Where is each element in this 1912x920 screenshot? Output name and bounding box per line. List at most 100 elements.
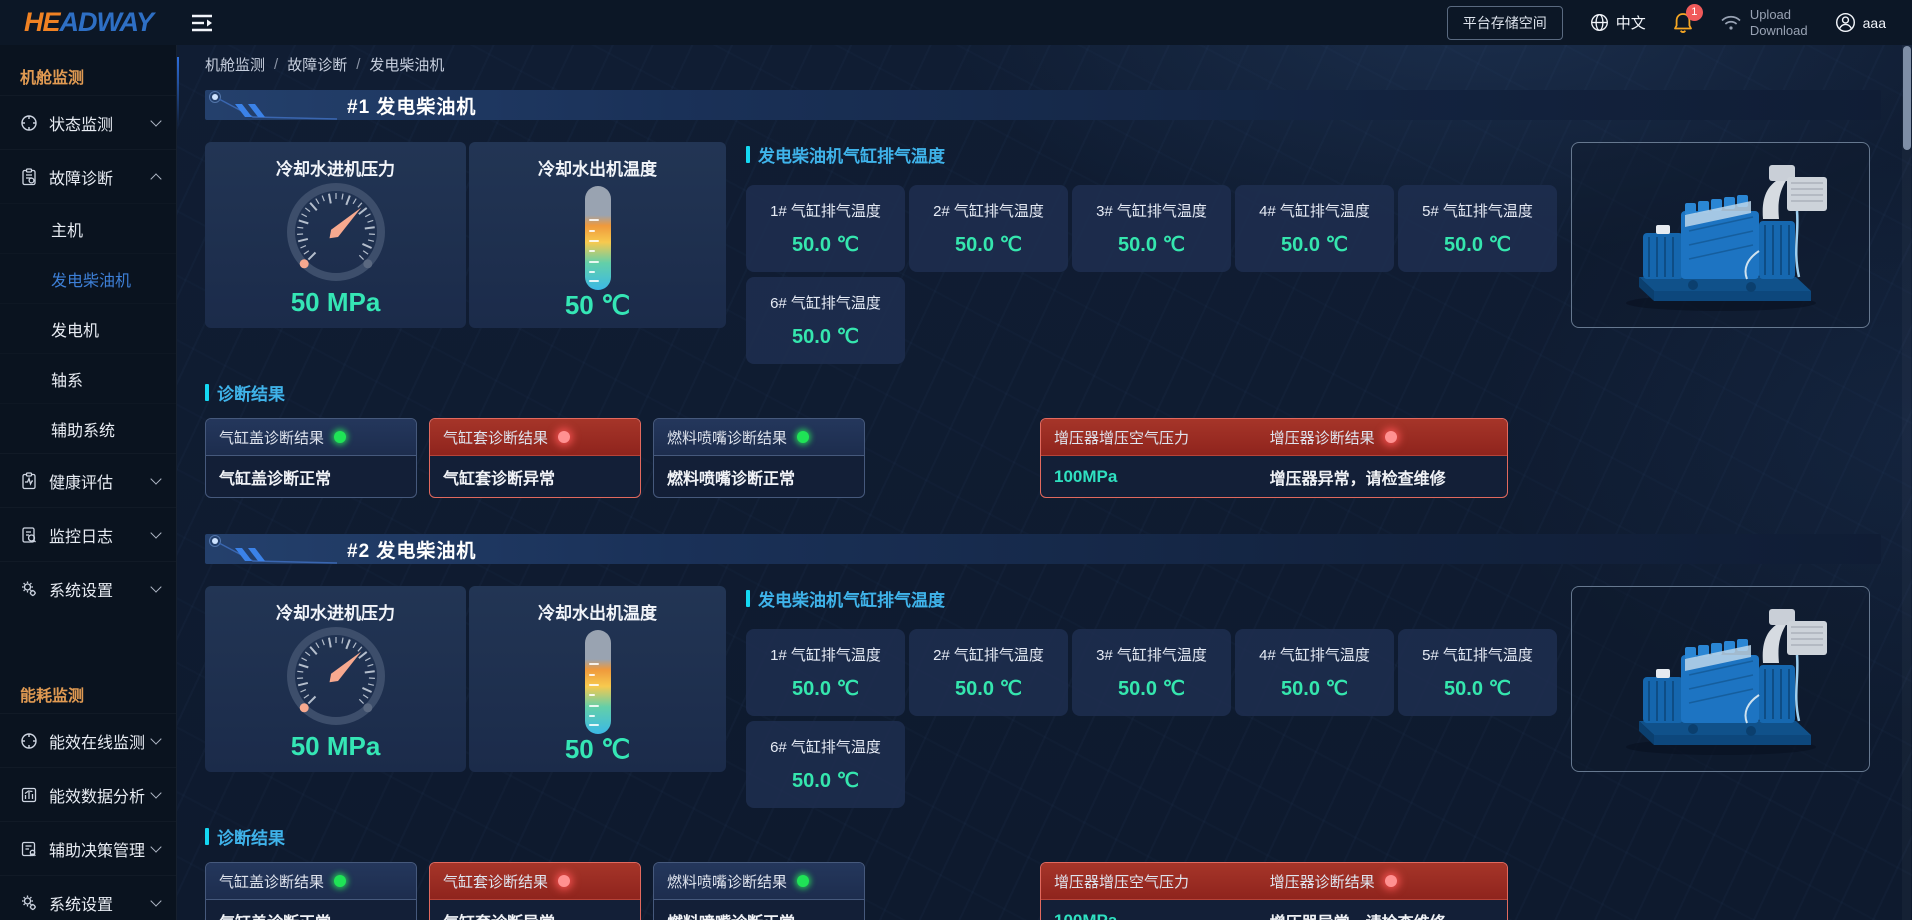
status-dot	[334, 875, 346, 887]
turbo-pressure-value: 100MPa	[1054, 467, 1270, 487]
panel-header: #1 发电柴油机	[205, 90, 1881, 120]
platform-storage-button[interactable]: 平台存储空间	[1447, 6, 1563, 40]
sidebar-subitem[interactable]: 发电机	[0, 303, 176, 353]
language-switch[interactable]: 中文	[1590, 12, 1646, 33]
fuel-nozzle-diagnosis-card: 燃料喷嘴诊断结果 燃料喷嘴诊断正常	[653, 862, 865, 920]
notification-badge: 1	[1686, 4, 1703, 21]
cylinder-section: 发电柴油机气缸排气温度 1# 气缸排气温度 50.0 ℃ 2# 气缸排气温度 5…	[746, 586, 1557, 808]
chevron-down-icon	[150, 581, 161, 592]
language-label: 中文	[1616, 12, 1646, 33]
topbar-actions: 平台存储空间 中文 1	[1447, 6, 1912, 40]
status-dot	[558, 431, 570, 443]
cylinder-temp-card: 2# 气缸排气温度 50.0 ℃	[909, 629, 1068, 716]
breadcrumb-item[interactable]: 故障诊断	[287, 54, 347, 75]
sidebar-item[interactable]: 系统设置	[0, 875, 176, 920]
panel-title: #1 发电柴油机	[347, 92, 476, 119]
pressure-gauge	[276, 624, 396, 730]
cylinder-temp-card: 1# 气缸排气温度 50.0 ℃	[746, 629, 905, 716]
scrollbar-thumb[interactable]	[1903, 46, 1911, 150]
cylinder-liner-diagnosis-card: 气缸套诊断结果 气缸套诊断异常	[429, 862, 641, 920]
top-header: HEADWAY 平台存储空间 中文	[0, 0, 1912, 45]
card-title: 冷却水进机压力	[276, 155, 395, 180]
cylinder-section-title: 发电柴油机气缸排气温度	[746, 586, 1557, 611]
scrollbar-track[interactable]	[1902, 45, 1911, 920]
sidebar-section-title: 机舱监测	[0, 45, 176, 95]
cylinder-temp-card: 5# 气缸排气温度 50.0 ℃	[1398, 629, 1557, 716]
turbocharger-diagnosis-card: 增压器增压空气压力 增压器诊断结果 100MPa 增压器异常，请检查维修	[1040, 418, 1508, 498]
status-dot	[797, 875, 809, 887]
coolant-inlet-pressure-card: 冷却水进机压力 50 MPa	[205, 586, 466, 772]
chevron-down-icon	[150, 841, 161, 852]
pressure-gauge	[276, 180, 396, 286]
chart-icon	[20, 786, 38, 804]
health-assess-icon	[20, 472, 38, 490]
download-label: Download	[1750, 23, 1808, 39]
sidebar-item[interactable]: 系统设置	[0, 561, 176, 615]
cylinder-temp-card: 4# 气缸排气温度 50.0 ℃	[1235, 185, 1394, 272]
engine-panel: #1 发电柴油机 冷却水进机压力 50 MPa 冷却水出机温度	[205, 90, 1881, 498]
main-content: 机舱监测/ 故障诊断/ 发电柴油机 #1 发电柴油机 冷却水进机压力	[177, 45, 1912, 920]
wifi-icon	[1720, 14, 1742, 32]
status-dot	[334, 431, 346, 443]
engine-image-card	[1571, 142, 1870, 328]
chevron-down-icon	[150, 115, 161, 126]
thermometer	[585, 630, 611, 734]
turbo-result-text: 增压器异常，请检查维修	[1270, 465, 1446, 489]
chevron-down-icon	[150, 733, 161, 744]
sidebar-subitem[interactable]: 主机	[0, 203, 176, 253]
cylinder-temp-card: 4# 气缸排气温度 50.0 ℃	[1235, 629, 1394, 716]
decision-icon	[20, 840, 38, 858]
card-title: 冷却水出机温度	[538, 599, 657, 624]
turbocharger-diagnosis-card: 增压器增压空气压力 增压器诊断结果 100MPa 增压器异常，请检查维修	[1040, 862, 1508, 920]
globe-icon	[1590, 13, 1609, 32]
settings-icon	[20, 580, 38, 598]
pressure-value: 50 MPa	[291, 287, 381, 318]
cylinder-head-diagnosis-card: 气缸盖诊断结果 气缸盖诊断正常	[205, 418, 417, 498]
status-dot	[1385, 431, 1397, 443]
sidebar-item[interactable]: 健康评估	[0, 453, 176, 507]
cylinder-liner-diagnosis-card: 气缸套诊断结果 气缸套诊断异常	[429, 418, 641, 498]
diagnosis-row: 气缸盖诊断结果 气缸盖诊断正常 气缸套诊断结果 气缸套诊断异常 燃料喷嘴诊断结果…	[205, 862, 1881, 920]
turbo-result-text: 增压器异常，请检查维修	[1270, 909, 1446, 920]
coolant-outlet-temperature-card: 冷却水出机温度 50 ℃	[469, 142, 726, 328]
cylinder-temp-card: 3# 气缸排气温度 50.0 ℃	[1072, 629, 1231, 716]
diagnosis-section-title: 诊断结果	[205, 824, 1881, 849]
headway-logo: HEADWAY	[24, 7, 153, 38]
sidebar-section-title: 能耗监测	[0, 663, 176, 713]
upload-download[interactable]: Upload Download	[1720, 7, 1808, 39]
cylinder-temp-card: 3# 气缸排气温度 50.0 ℃	[1072, 185, 1231, 272]
cylinder-section: 发电柴油机气缸排气温度 1# 气缸排气温度 50.0 ℃ 2# 气缸排气温度 5…	[746, 142, 1557, 364]
sidebar-item[interactable]: 状态监测	[0, 95, 176, 149]
engine-image-card	[1571, 586, 1870, 772]
collapse-menu-icon[interactable]	[191, 13, 213, 33]
user-menu[interactable]: aaa	[1835, 12, 1886, 33]
chevron-up-icon	[150, 173, 161, 184]
fault-diagnosis-icon	[20, 168, 38, 186]
status-dot	[1385, 875, 1397, 887]
breadcrumb-item[interactable]: 机舱监测	[205, 54, 265, 75]
breadcrumb-item[interactable]: 发电柴油机	[369, 54, 444, 75]
sidebar-item[interactable]: 辅助决策管理	[0, 821, 176, 875]
cylinder-head-diagnosis-card: 气缸盖诊断结果 气缸盖诊断正常	[205, 862, 417, 920]
sidebar-subitem[interactable]: 辅助系统	[0, 403, 176, 453]
temperature-value: 50 ℃	[565, 734, 630, 765]
chevron-down-icon	[150, 527, 161, 538]
status-dot	[558, 875, 570, 887]
notification-bell[interactable]: 1	[1673, 12, 1693, 34]
chevron-down-icon	[150, 895, 161, 906]
sidebar-item[interactable]: 能效在线监测	[0, 713, 176, 767]
sidebar-item[interactable]: 故障诊断	[0, 149, 176, 203]
sidebar-subitem[interactable]: 发电柴油机	[0, 253, 176, 303]
card-title: 冷却水出机温度	[538, 155, 657, 180]
diesel-engine-image	[1601, 155, 1841, 315]
coolant-outlet-temperature-card: 冷却水出机温度 50 ℃	[469, 586, 726, 772]
sidebar-subitem[interactable]: 轴系	[0, 353, 176, 403]
sidebar-item[interactable]: 监控日志	[0, 507, 176, 561]
panel-header: #2 发电柴油机	[205, 534, 1881, 564]
settings-icon	[20, 894, 38, 912]
pressure-value: 50 MPa	[291, 731, 381, 762]
sidebar-item[interactable]: 能效数据分析	[0, 767, 176, 821]
chevron-down-icon	[150, 473, 161, 484]
cylinder-temp-card: 5# 气缸排气温度 50.0 ℃	[1398, 185, 1557, 272]
status-monitor-icon	[20, 114, 38, 132]
